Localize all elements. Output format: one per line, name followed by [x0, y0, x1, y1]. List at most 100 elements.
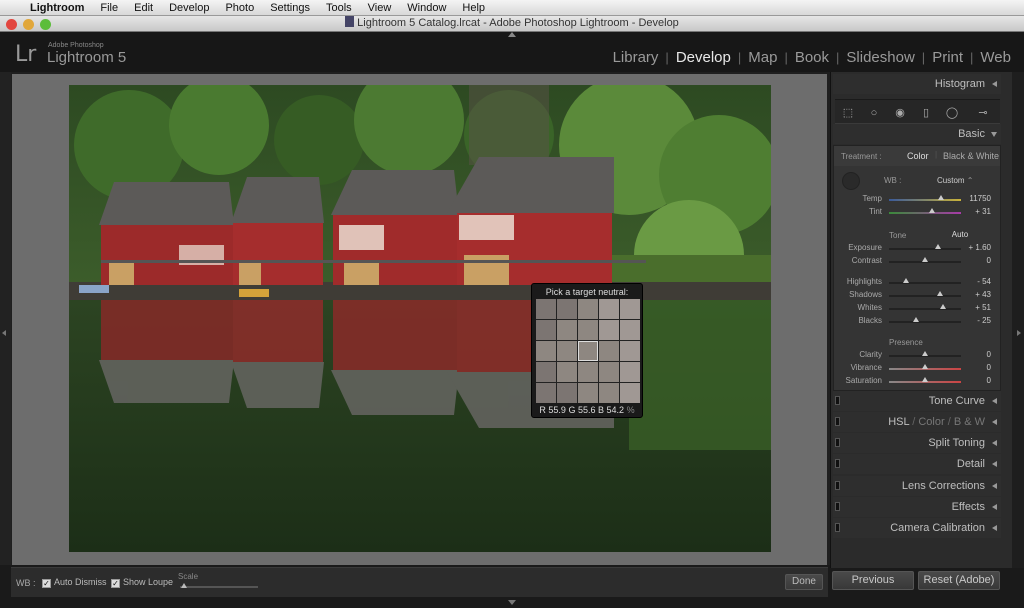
slider-thumb[interactable] [902, 278, 909, 283]
basic-panel-header[interactable]: Basic [833, 124, 1001, 144]
shadows-slider[interactable]: Shadows + 43 [834, 290, 1000, 302]
slider-track[interactable] [889, 248, 961, 250]
show-loupe-checkbox[interactable]: ✓ Show Loupe [111, 577, 173, 588]
slider-track[interactable] [889, 308, 961, 310]
hsl-panel-header[interactable]: HSL / Color / B & W [833, 412, 1001, 432]
tint-slider[interactable]: Tint + 31 [834, 207, 1000, 219]
panel-switch-icon[interactable] [835, 523, 840, 532]
vibrance-slider[interactable]: Vibrance 0 [834, 363, 1000, 375]
top-panel-toggle-icon[interactable] [508, 32, 516, 37]
menu-help[interactable]: Help [454, 2, 493, 14]
module-book[interactable]: Book [788, 49, 836, 66]
slider-thumb[interactable] [934, 244, 941, 249]
slider-track[interactable] [889, 199, 961, 201]
radial-filter-icon[interactable]: ◯ [945, 106, 959, 120]
slider-value[interactable]: + 31 [975, 207, 991, 216]
tone-curve-panel-header[interactable]: Tone Curve [833, 391, 1001, 411]
slider-value[interactable]: - 25 [977, 316, 991, 325]
panel-switch-icon[interactable] [835, 502, 840, 511]
camera-calibration-panel-header[interactable]: Camera Calibration [833, 518, 1001, 538]
whites-slider[interactable]: Whites + 51 [834, 303, 1000, 315]
menu-photo[interactable]: Photo [217, 2, 262, 14]
slider-thumb[interactable] [929, 208, 936, 213]
slider-value[interactable]: + 43 [975, 290, 991, 299]
menu-settings[interactable]: Settings [262, 2, 318, 14]
previous-button[interactable]: Previous [832, 571, 914, 590]
slider-value[interactable]: 0 [987, 376, 991, 385]
slider-track[interactable] [889, 295, 961, 297]
auto-tone-button[interactable]: Auto [945, 229, 975, 240]
scale-slider-thumb[interactable] [181, 583, 187, 588]
slider-value[interactable]: + 1.60 [969, 243, 991, 252]
module-slideshow[interactable]: Slideshow [839, 49, 921, 66]
slider-value[interactable]: + 51 [975, 303, 991, 312]
slider-thumb[interactable] [922, 257, 928, 262]
done-button[interactable]: Done [785, 574, 823, 590]
panel-switch-icon[interactable] [835, 396, 840, 405]
module-library[interactable]: Library [606, 49, 666, 66]
detail-panel-header[interactable]: Detail [833, 454, 1001, 474]
adjustment-brush-icon[interactable]: ⊸ [971, 106, 995, 120]
auto-dismiss-checkbox[interactable]: ✓ Auto Dismiss [42, 577, 107, 588]
menu-window[interactable]: Window [399, 2, 454, 14]
hsl-tab[interactable]: HSL [888, 416, 909, 428]
scale-slider-track[interactable] [180, 586, 258, 588]
color-tab[interactable]: Color [918, 416, 944, 428]
treatment-bw-option[interactable]: Black & White [943, 151, 999, 161]
menu-view[interactable]: View [360, 2, 400, 14]
zoom-window-button[interactable] [40, 19, 51, 30]
reset-button[interactable]: Reset (Adobe) [918, 571, 1000, 590]
slider-thumb[interactable] [940, 304, 946, 309]
slider-value[interactable]: 0 [987, 363, 991, 372]
module-map[interactable]: Map [741, 49, 784, 66]
module-develop[interactable]: Develop [669, 49, 738, 66]
slider-track[interactable] [889, 212, 961, 214]
menu-lightroom[interactable]: Lightroom [22, 2, 92, 14]
effects-panel-header[interactable]: Effects [833, 497, 1001, 517]
contrast-slider[interactable]: Contrast 0 [834, 256, 1000, 268]
saturation-slider[interactable]: Saturation 0 [834, 376, 1000, 388]
slider-thumb[interactable] [937, 291, 944, 296]
menu-edit[interactable]: Edit [126, 2, 161, 14]
panel-switch-icon[interactable] [835, 417, 840, 426]
temp-slider[interactable]: Temp 11750 [834, 194, 1000, 206]
right-panel-edge[interactable] [1012, 72, 1024, 568]
split-toning-panel-header[interactable]: Split Toning [833, 433, 1001, 453]
treatment-color-option[interactable]: Color [907, 151, 929, 161]
slider-track[interactable] [889, 321, 961, 323]
wb-eyedropper-icon[interactable] [842, 172, 860, 190]
close-window-button[interactable] [6, 19, 17, 30]
panel-switch-icon[interactable] [835, 438, 840, 447]
left-panel-toggle-icon[interactable] [2, 330, 6, 336]
wb-preset-select[interactable]: Custom ⌃ [937, 176, 974, 185]
lens-corrections-panel-header[interactable]: Lens Corrections [833, 476, 1001, 496]
slider-thumb[interactable] [922, 377, 928, 382]
slider-thumb[interactable] [922, 364, 928, 369]
menu-develop[interactable]: Develop [161, 2, 217, 14]
slider-thumb[interactable] [937, 195, 944, 200]
slider-value[interactable]: 0 [987, 350, 991, 359]
module-print[interactable]: Print [925, 49, 970, 66]
crop-overlay-icon[interactable]: ⬚ [841, 106, 855, 120]
photo-preview[interactable] [69, 85, 771, 552]
panel-switch-icon[interactable] [835, 459, 840, 468]
slider-thumb[interactable] [922, 351, 928, 356]
menu-tools[interactable]: Tools [318, 2, 360, 14]
right-panel-toggle-icon[interactable] [1017, 330, 1021, 336]
blacks-slider[interactable]: Blacks - 25 [834, 316, 1000, 328]
slider-value[interactable]: 0 [987, 256, 991, 265]
exposure-slider[interactable]: Exposure + 1.60 [834, 243, 1000, 255]
module-web[interactable]: Web [973, 49, 1018, 66]
menu-file[interactable]: File [92, 2, 126, 14]
filmstrip-toggle-icon[interactable] [508, 600, 516, 605]
bw-tab[interactable]: B & W [954, 416, 985, 428]
graduated-filter-icon[interactable]: ▯ [919, 106, 933, 120]
slider-value[interactable]: 11750 [969, 194, 991, 203]
panel-switch-icon[interactable] [835, 481, 840, 490]
left-panel-collapsed[interactable] [0, 72, 11, 565]
slider-thumb[interactable] [913, 317, 920, 322]
red-eye-icon[interactable]: ◉ [893, 106, 907, 120]
slider-value[interactable]: - 54 [977, 277, 991, 286]
slider-track[interactable] [889, 282, 961, 284]
highlights-slider[interactable]: Highlights - 54 [834, 277, 1000, 289]
